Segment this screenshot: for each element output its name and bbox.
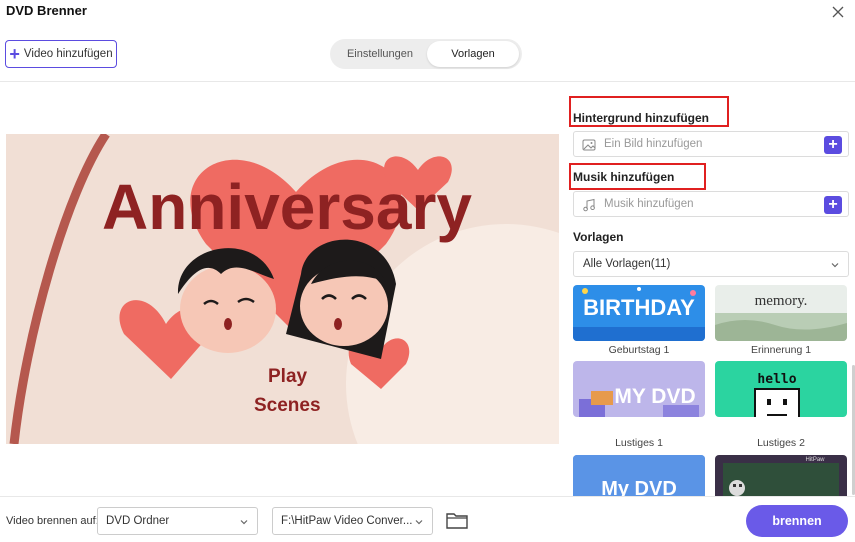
- folder-icon[interactable]: [446, 511, 468, 529]
- funny-2-thumb-text: hello: [757, 372, 796, 387]
- preview-title: Anniversary: [102, 171, 472, 243]
- hitpaw-thumb-text: HitPaw: [805, 457, 825, 463]
- preview-menu-scenes: Scenes: [254, 395, 321, 416]
- music-field[interactable]: Musik hinzufügen +: [573, 191, 849, 217]
- image-icon: [582, 139, 596, 151]
- chevron-down-icon: [240, 520, 248, 525]
- template-thumb-funny-2[interactable]: hello: [715, 361, 847, 417]
- templates-panel: Hintergrund hinzufügen Ein Bild hinzufüg…: [566, 82, 855, 496]
- background-image-placeholder: Ein Bild hinzufügen: [604, 138, 703, 150]
- template-thumb-funny-1[interactable]: MY DVD: [573, 361, 705, 417]
- music-section-label: Musik hinzufügen: [573, 170, 675, 184]
- template-grid: BIRTHDAY Geburtstag 1 memory. Erinnerung…: [566, 282, 855, 496]
- template-label-birthday: Geburtstag 1: [608, 344, 670, 356]
- burn-target-value: DVD Ordner: [106, 515, 170, 527]
- memory-thumb-text: memory.: [755, 293, 808, 309]
- preview-menu-play: Play: [268, 366, 308, 387]
- chevron-down-icon: [415, 520, 423, 525]
- tab-settings[interactable]: Einstellungen: [334, 41, 426, 67]
- settings-templates-switch: Einstellungen Vorlagen: [330, 39, 522, 69]
- toolbar: + Video hinzufügen Einstellungen Vorlage…: [0, 24, 855, 82]
- close-icon[interactable]: [829, 3, 847, 21]
- background-image-field[interactable]: Ein Bild hinzufügen +: [573, 131, 849, 157]
- template-thumb-hitpaw[interactable]: HitPaw: [715, 455, 847, 496]
- burn-to-label: Video brennen auf:: [6, 515, 99, 527]
- template-label-funny-1: Lustiges 1: [615, 437, 663, 449]
- output-path-select[interactable]: F:\HitPaw Video Conver...: [272, 507, 433, 535]
- music-note-icon: [583, 198, 595, 212]
- my-dvd-thumb-text: My DVD: [601, 478, 677, 496]
- dvd-burner-window: DVD Brenner + Video hinzufügen Einstellu…: [0, 0, 855, 542]
- template-label-funny-2: Lustiges 2: [757, 437, 805, 449]
- menu-preview: Anniversary Play Scenes: [6, 134, 559, 444]
- template-label-memory: Erinnerung 1: [750, 344, 812, 356]
- templates-filter-select[interactable]: Alle Vorlagen(11): [573, 251, 849, 277]
- templates-section-label: Vorlagen: [573, 230, 624, 244]
- templates-filter-value: Alle Vorlagen(11): [583, 258, 671, 270]
- template-thumb-memory[interactable]: memory.: [715, 285, 847, 341]
- background-section-label: Hintergrund hinzufügen: [573, 111, 709, 125]
- output-path-value: F:\HitPaw Video Conver...: [281, 515, 413, 527]
- footer-bar: Video brennen auf: DVD Ordner F:\HitPaw …: [0, 496, 855, 542]
- title-bar: DVD Brenner: [0, 0, 855, 24]
- music-placeholder: Musik hinzufügen: [604, 198, 694, 210]
- add-music-button[interactable]: +: [824, 196, 842, 214]
- funny-1-thumb-text: MY DVD: [614, 385, 695, 408]
- template-thumb-birthday[interactable]: BIRTHDAY: [573, 285, 705, 341]
- burn-button[interactable]: brennen: [746, 505, 848, 537]
- window-title: DVD Brenner: [6, 3, 87, 18]
- plus-icon: +: [9, 44, 20, 64]
- burn-target-select[interactable]: DVD Ordner: [97, 507, 258, 535]
- add-video-label: Video hinzufügen: [23, 48, 113, 60]
- tab-templates[interactable]: Vorlagen: [427, 41, 519, 67]
- chevron-down-icon: [831, 263, 839, 268]
- add-video-button[interactable]: + Video hinzufügen: [5, 40, 117, 68]
- add-background-button[interactable]: +: [824, 136, 842, 154]
- birthday-thumb-text: BIRTHDAY: [583, 295, 695, 320]
- template-thumb-my-dvd[interactable]: My DVD: [573, 455, 705, 496]
